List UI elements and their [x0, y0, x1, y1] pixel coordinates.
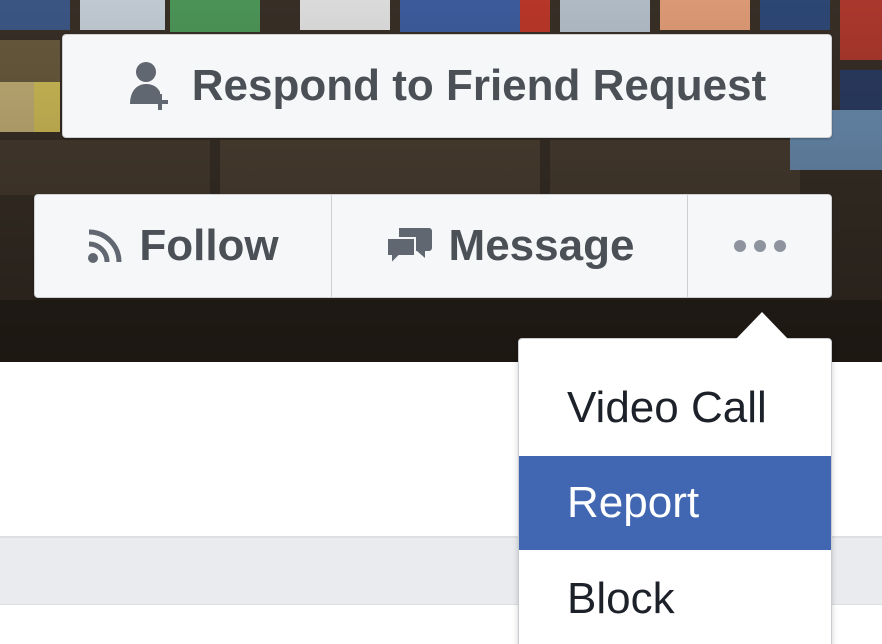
profile-action-group: Follow Message: [34, 194, 832, 298]
follow-button-label: Follow: [139, 221, 279, 270]
rss-icon: [88, 229, 122, 263]
menu-item-report[interactable]: Report: [519, 456, 831, 550]
menu-item-video-call[interactable]: Video Call: [519, 361, 831, 455]
menu-item-block[interactable]: Block: [519, 552, 831, 644]
more-options-menu: Video Call Report Block: [518, 338, 832, 644]
follow-button[interactable]: Follow: [35, 195, 331, 297]
respond-button-label: Respond to Friend Request: [191, 61, 767, 110]
message-button[interactable]: Message: [331, 195, 687, 297]
message-button-label: Message: [448, 221, 635, 270]
ellipsis-icon: [733, 240, 786, 252]
chat-bubbles-icon: [385, 228, 432, 266]
person-plus-icon: [129, 62, 168, 110]
menu-pointer-arrow: [736, 312, 788, 339]
respond-to-friend-request-button[interactable]: Respond to Friend Request: [62, 34, 832, 138]
more-options-button[interactable]: [687, 195, 831, 297]
